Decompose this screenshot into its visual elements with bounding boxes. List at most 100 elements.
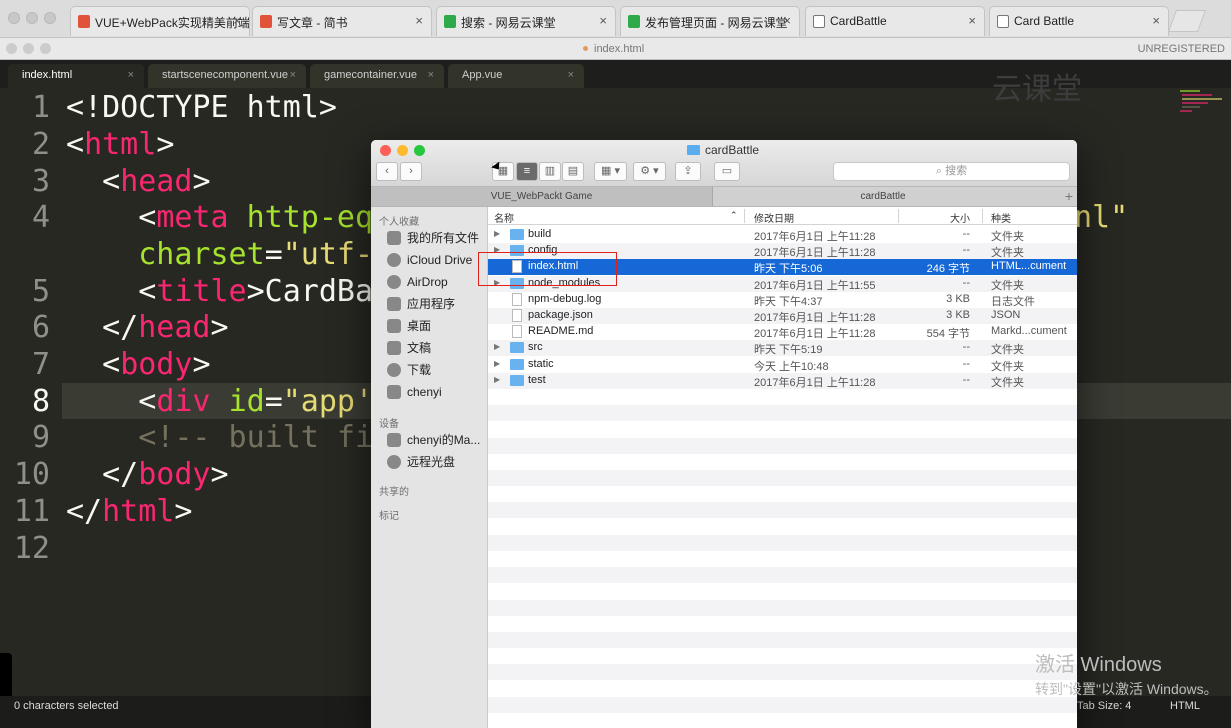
- browser-tab[interactable]: 发布管理页面 - 网易云课堂 ×: [620, 6, 800, 36]
- list-view-button[interactable]: ≡: [516, 162, 538, 181]
- empty-row: [488, 437, 1077, 454]
- close-icon[interactable]: ×: [415, 13, 423, 28]
- tab-cardbattle[interactable]: cardBattle: [713, 187, 1053, 206]
- sidebar-item[interactable]: 我的所有文件: [385, 229, 479, 247]
- documents-icon: [387, 341, 401, 355]
- disclosure-triangle-icon[interactable]: ▶: [494, 342, 500, 351]
- line-number: 6: [31, 310, 50, 345]
- sidebar-item[interactable]: chenyi: [385, 383, 442, 401]
- file-row[interactable]: ▶ src 昨天 下午5:19 -- 文件夹: [488, 340, 1077, 357]
- file-row[interactable]: package.json 2017年6月1日 上午11:28 3 KB JSON: [488, 308, 1077, 324]
- file-row[interactable]: README.md 2017年6月1日 上午11:28 554 字节 Markd...…: [488, 324, 1077, 340]
- sidebar-item[interactable]: 应用程序: [385, 295, 455, 313]
- sidebar-item-label: 下载: [407, 363, 432, 377]
- file-kind: 文件夹: [991, 247, 1024, 260]
- file-row[interactable]: ▶ static 今天 上午10:48 -- 文件夹: [488, 357, 1077, 373]
- gear-icon[interactable]: ⚙ ▾: [633, 162, 666, 181]
- editor-zoom-dot[interactable]: [40, 43, 51, 54]
- close-dot[interactable]: [8, 12, 20, 24]
- close-icon[interactable]: ×: [233, 13, 241, 28]
- browser-tab[interactable]: 写文章 - 简书 ×: [252, 6, 432, 36]
- back-button[interactable]: ‹: [376, 162, 398, 181]
- browser-tab[interactable]: 搜索 - 网易云课堂 ×: [436, 6, 616, 36]
- minimize-dot[interactable]: [26, 12, 38, 24]
- editor-minimize-dot[interactable]: [23, 43, 34, 54]
- sidebar-item[interactable]: 文稿: [385, 339, 431, 357]
- sidebar-item[interactable]: 下载: [385, 361, 431, 379]
- empty-row: [488, 519, 1077, 535]
- finder-close-dot[interactable]: [380, 145, 391, 156]
- favicon-icon: [997, 15, 1009, 28]
- sidebar-device[interactable]: chenyi的Ma...: [385, 431, 480, 449]
- browser-tab[interactable]: CardBattle ×: [805, 6, 985, 36]
- disclosure-triangle-icon[interactable]: ▶: [494, 359, 500, 368]
- share-icon[interactable]: ⇪: [675, 162, 701, 181]
- file-name: build: [528, 228, 552, 240]
- line-number: 9: [31, 420, 50, 455]
- disclosure-triangle-icon[interactable]: ▶: [494, 229, 500, 238]
- line-number: 5: [31, 274, 50, 309]
- file-kind: HTML...cument: [991, 260, 1067, 273]
- column-size[interactable]: 大小: [950, 210, 970, 225]
- close-icon[interactable]: ×: [568, 69, 574, 81]
- file-size: --: [962, 373, 970, 386]
- editor-close-dot[interactable]: [6, 43, 17, 54]
- close-icon[interactable]: ×: [968, 13, 976, 28]
- line-number-gutter: 1 2 3 4 5 6 7 8 9 10 11 12: [0, 88, 62, 696]
- syntax-status[interactable]: HTML: [1170, 700, 1200, 712]
- search-input[interactable]: ⌕ 搜索: [833, 162, 1070, 181]
- tab-gamecontainer[interactable]: gamecontainer.vue ×: [310, 64, 444, 88]
- zoom-dot[interactable]: [44, 12, 56, 24]
- disclosure-triangle-icon[interactable]: ▶: [494, 375, 500, 384]
- arrange-button[interactable]: ▦ ▾: [594, 162, 627, 181]
- close-icon[interactable]: ×: [290, 69, 296, 81]
- dock-edge: [0, 653, 12, 699]
- file-row[interactable]: npm-debug.log 昨天 下午4:37 3 KB 日志文件: [488, 292, 1077, 308]
- browser-tab[interactable]: VUE+WebPack实现精美前端 ×: [70, 6, 250, 36]
- close-icon[interactable]: ×: [128, 69, 134, 81]
- code-line: <html>: [66, 127, 175, 162]
- sidebar-item[interactable]: iCloud Drive: [385, 251, 472, 269]
- close-icon[interactable]: ×: [783, 13, 791, 28]
- column-date[interactable]: 修改日期: [754, 210, 794, 225]
- file-date: 昨天 下午4:37: [754, 295, 823, 308]
- line-number: 12: [13, 531, 50, 566]
- file-row[interactable]: ▶ test 2017年6月1日 上午11:28 -- 文件夹: [488, 372, 1077, 389]
- close-icon[interactable]: ×: [599, 13, 607, 28]
- selection-status: 0 characters selected: [14, 700, 119, 712]
- sidebar-device[interactable]: 远程光盘: [385, 453, 455, 471]
- close-icon[interactable]: ×: [1152, 13, 1160, 28]
- plus-icon[interactable]: +: [1065, 188, 1073, 204]
- sidebar-item[interactable]: 桌面: [385, 317, 431, 335]
- forward-button[interactable]: ›: [400, 162, 422, 181]
- sort-chevron-icon[interactable]: ⌃: [730, 210, 738, 221]
- file-kind: 日志文件: [991, 295, 1035, 308]
- search-placeholder: 搜索: [945, 165, 968, 177]
- finder-zoom-dot[interactable]: [414, 145, 425, 156]
- tab-size-status[interactable]: Tab Size: 4: [1077, 700, 1131, 712]
- empty-row: [488, 648, 1077, 664]
- highlight-annotation: [478, 252, 617, 286]
- file-row[interactable]: ▶ build 2017年6月1日 上午11:28 -- 文件夹: [488, 227, 1077, 243]
- tab-index-html[interactable]: index.html ×: [8, 64, 144, 88]
- tab-vue-webpackt-game[interactable]: VUE_WebPackt Game: [371, 187, 713, 206]
- browser-tab[interactable]: Card Battle ×: [989, 6, 1169, 36]
- gallery-view-button[interactable]: ▤: [562, 162, 584, 181]
- tag-icon[interactable]: ▭: [714, 162, 740, 181]
- file-date: 昨天 下午5:06: [754, 263, 823, 276]
- new-tab-button[interactable]: [1167, 10, 1207, 32]
- finder-minimize-dot[interactable]: [397, 145, 408, 156]
- file-size: 246 字节: [926, 263, 970, 276]
- cloud-icon: [387, 253, 401, 267]
- folder-icon: [510, 358, 524, 370]
- sidebar-item[interactable]: AirDrop: [385, 273, 448, 291]
- file-kind: Markd...cument: [991, 325, 1067, 338]
- tab-label: gamecontainer.vue: [324, 69, 417, 81]
- empty-row: [488, 389, 1077, 405]
- column-name[interactable]: 名称: [494, 210, 514, 225]
- close-icon[interactable]: ×: [428, 69, 434, 81]
- tab-app-vue[interactable]: App.vue ×: [448, 64, 584, 88]
- column-kind[interactable]: 种类: [991, 210, 1011, 225]
- column-view-button[interactable]: ▥: [539, 162, 561, 181]
- tab-startscenecomponent[interactable]: startscenecomponent.vue ×: [148, 64, 306, 88]
